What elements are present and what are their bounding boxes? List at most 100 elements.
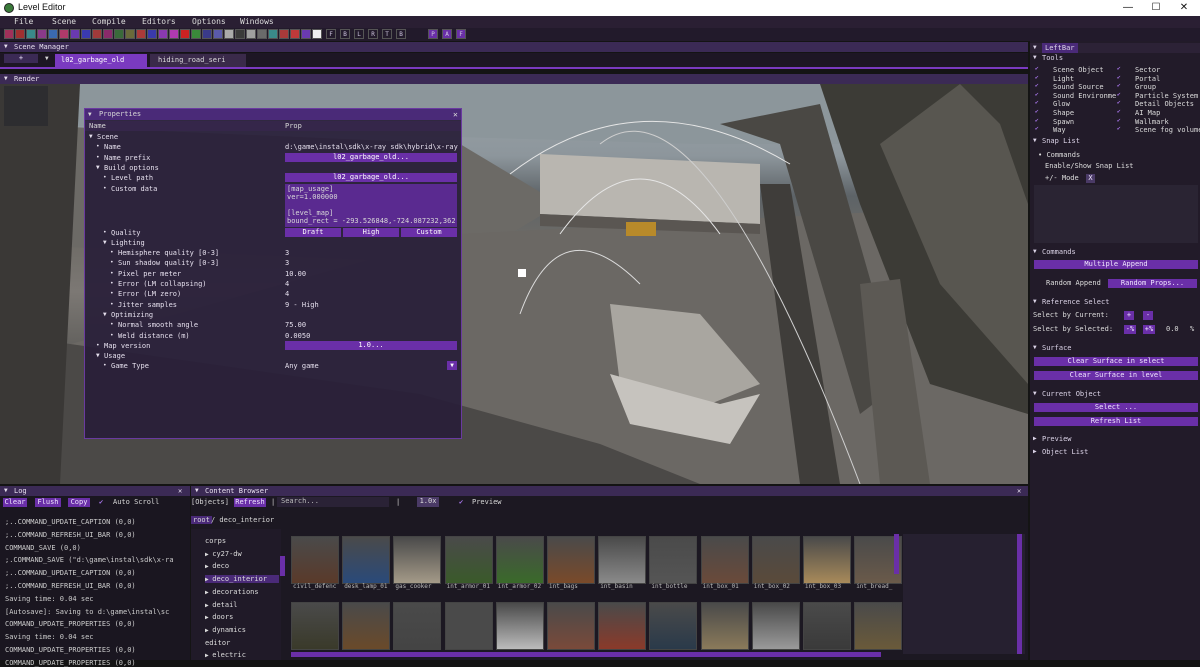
quality-button[interactable]: High	[343, 227, 399, 237]
row-toggle-icon[interactable]: •	[96, 142, 100, 152]
tool-item[interactable]: Detail Objects	[1135, 100, 1194, 108]
toolbar-tool-icon[interactable]	[92, 29, 102, 39]
toolbar-tool-icon[interactable]	[169, 29, 179, 39]
snap-commands[interactable]: • Commands	[1038, 151, 1080, 159]
toolbar-tool-icon[interactable]	[279, 29, 289, 39]
property-button[interactable]: 1.0...	[285, 340, 457, 350]
check-icon[interactable]: ✔	[1117, 126, 1123, 132]
toolbar-tool-icon[interactable]	[191, 29, 201, 39]
expand-icon[interactable]: ▶	[1033, 434, 1037, 444]
property-row[interactable]: ▼ Build options	[85, 163, 461, 173]
toolbar-tool-icon[interactable]	[158, 29, 168, 39]
row-toggle-icon[interactable]: •	[110, 258, 114, 268]
row-toggle-icon[interactable]: •	[110, 279, 114, 289]
check-icon[interactable]: ✔	[459, 498, 463, 506]
toolbar-tool-icon[interactable]	[312, 29, 322, 39]
property-value[interactable]: 4	[285, 289, 289, 299]
toolbar-tool-icon[interactable]	[4, 29, 14, 39]
asset-thumbnail[interactable]	[495, 602, 544, 650]
asset-thumbnail[interactable]	[547, 536, 595, 584]
tool-item[interactable]: Sector	[1135, 66, 1160, 74]
add-scene-button[interactable]: +	[4, 54, 38, 63]
surface-header[interactable]: ▼ Surface	[1030, 343, 1200, 353]
reference-select-header[interactable]: ▼ Reference Select	[1030, 297, 1200, 307]
toolbar-tool-icon[interactable]	[125, 29, 135, 39]
toolbar-tool-icon[interactable]	[235, 29, 245, 39]
toolbar-tool-icon[interactable]	[224, 29, 234, 39]
row-toggle-icon[interactable]: •	[103, 184, 107, 194]
row-toggle-icon[interactable]: •	[96, 341, 100, 351]
asset-thumbnail[interactable]	[598, 602, 647, 650]
tab-scene[interactable]: hiding_road_seri	[150, 54, 246, 67]
asset-thumbnail[interactable]	[854, 602, 903, 650]
tool-item[interactable]: Way	[1053, 126, 1066, 134]
menu-options[interactable]: Options	[192, 17, 226, 26]
expand-icon[interactable]: ▶	[1033, 447, 1037, 457]
menu-windows[interactable]: Windows	[240, 17, 274, 26]
toolbar-tool-icon[interactable]	[48, 29, 58, 39]
asset-thumbnail[interactable]	[342, 602, 391, 650]
close-icon[interactable]: ✕	[453, 109, 458, 120]
quality-button[interactable]: Draft	[285, 227, 341, 237]
tool-item[interactable]: Portal	[1135, 75, 1160, 83]
property-row[interactable]: • Normal smooth angle 75.00	[85, 320, 461, 330]
toolbar-tool-icon[interactable]	[213, 29, 223, 39]
property-row[interactable]: ▼ Optimizing	[85, 310, 461, 320]
asset-thumbnail[interactable]	[444, 602, 493, 650]
tool-item[interactable]: Sound Environme	[1053, 92, 1116, 100]
toolbar-tool-icon[interactable]	[246, 29, 256, 39]
property-value[interactable]: 10.00	[285, 269, 306, 279]
check-icon[interactable]: ✔	[1117, 100, 1123, 106]
row-toggle-icon[interactable]: •	[110, 289, 114, 299]
asset-thumbnail[interactable]	[291, 536, 339, 584]
row-toggle-icon[interactable]: ▼	[96, 351, 100, 361]
toolbar-button-f[interactable]: F	[326, 29, 336, 39]
check-icon[interactable]: ✔	[1035, 91, 1041, 98]
asset-thumbnail[interactable]	[444, 536, 493, 584]
objects-tab[interactable]: [Objects]	[191, 498, 229, 506]
row-toggle-icon[interactable]: •	[103, 228, 107, 238]
row-toggle-icon[interactable]: •	[96, 153, 100, 163]
check-icon[interactable]: ✔	[1117, 91, 1123, 98]
property-value[interactable]: d:\game\instal\sdk\x-ray sdk\hybrid\x-ra…	[285, 142, 458, 152]
tool-item[interactable]: Light	[1053, 75, 1074, 83]
row-toggle-icon[interactable]: ▼	[96, 163, 100, 173]
object-list-header[interactable]: ▶ Object List	[1030, 447, 1200, 457]
toolbar-tool-icon[interactable]	[114, 29, 124, 39]
close-icon[interactable]: ✕	[1017, 486, 1021, 496]
property-value[interactable]: 4	[285, 279, 289, 289]
row-toggle-icon[interactable]: ▼	[103, 310, 107, 320]
row-toggle-icon[interactable]: •	[103, 361, 107, 371]
row-toggle-icon[interactable]: ▼	[89, 132, 93, 142]
log-copy-button[interactable]: Copy	[68, 498, 90, 507]
maximize-button[interactable]: ☐	[1142, 0, 1170, 16]
row-toggle-icon[interactable]: •	[110, 248, 114, 258]
collapse-icon[interactable]: ▼	[4, 486, 8, 496]
toolbar-tool-icon[interactable]	[37, 29, 47, 39]
minimize-button[interactable]: —	[1114, 0, 1142, 16]
tab-scene-active[interactable]: l02_garbage_old	[55, 54, 147, 67]
zoom-input[interactable]: 1.0x	[417, 497, 439, 507]
check-icon[interactable]: ✔	[1035, 126, 1041, 132]
random-append-toggle[interactable]: Random Append	[1046, 279, 1101, 287]
snap-list-box[interactable]	[1034, 185, 1198, 243]
preview-header[interactable]: ▶ Preview	[1030, 434, 1200, 444]
snap-mode[interactable]: +/- Mode	[1045, 174, 1079, 182]
property-value[interactable]: 9 - High	[285, 300, 319, 310]
tool-item[interactable]: Sound Source	[1053, 83, 1104, 91]
preview-scrollbar[interactable]	[1017, 534, 1022, 654]
tree-folder-electric[interactable]: ▶ electric	[205, 651, 246, 659]
row-toggle-icon[interactable]: ▼	[103, 238, 107, 248]
property-value[interactable]: 3	[285, 248, 289, 258]
tools-header[interactable]: ▼ Tools	[1030, 53, 1200, 63]
check-icon[interactable]: ✔	[1117, 74, 1123, 81]
collapse-icon[interactable]: ▼	[1033, 343, 1037, 353]
snap-mode-x-button[interactable]: X	[1086, 174, 1095, 183]
tool-item[interactable]: Scene fog volume	[1135, 126, 1200, 134]
property-button[interactable]: l02_garbage_old...	[285, 152, 457, 162]
property-row[interactable]: • Jitter samples 9 - High	[85, 300, 461, 310]
multiple-append-button[interactable]: Multiple Append	[1034, 260, 1198, 269]
tree-folder-decorations[interactable]: ▶ decorations	[205, 588, 259, 596]
toolbar-button-f2[interactable]: F	[456, 29, 466, 39]
property-row[interactable]: • Game Type Any game ▼	[85, 361, 461, 371]
